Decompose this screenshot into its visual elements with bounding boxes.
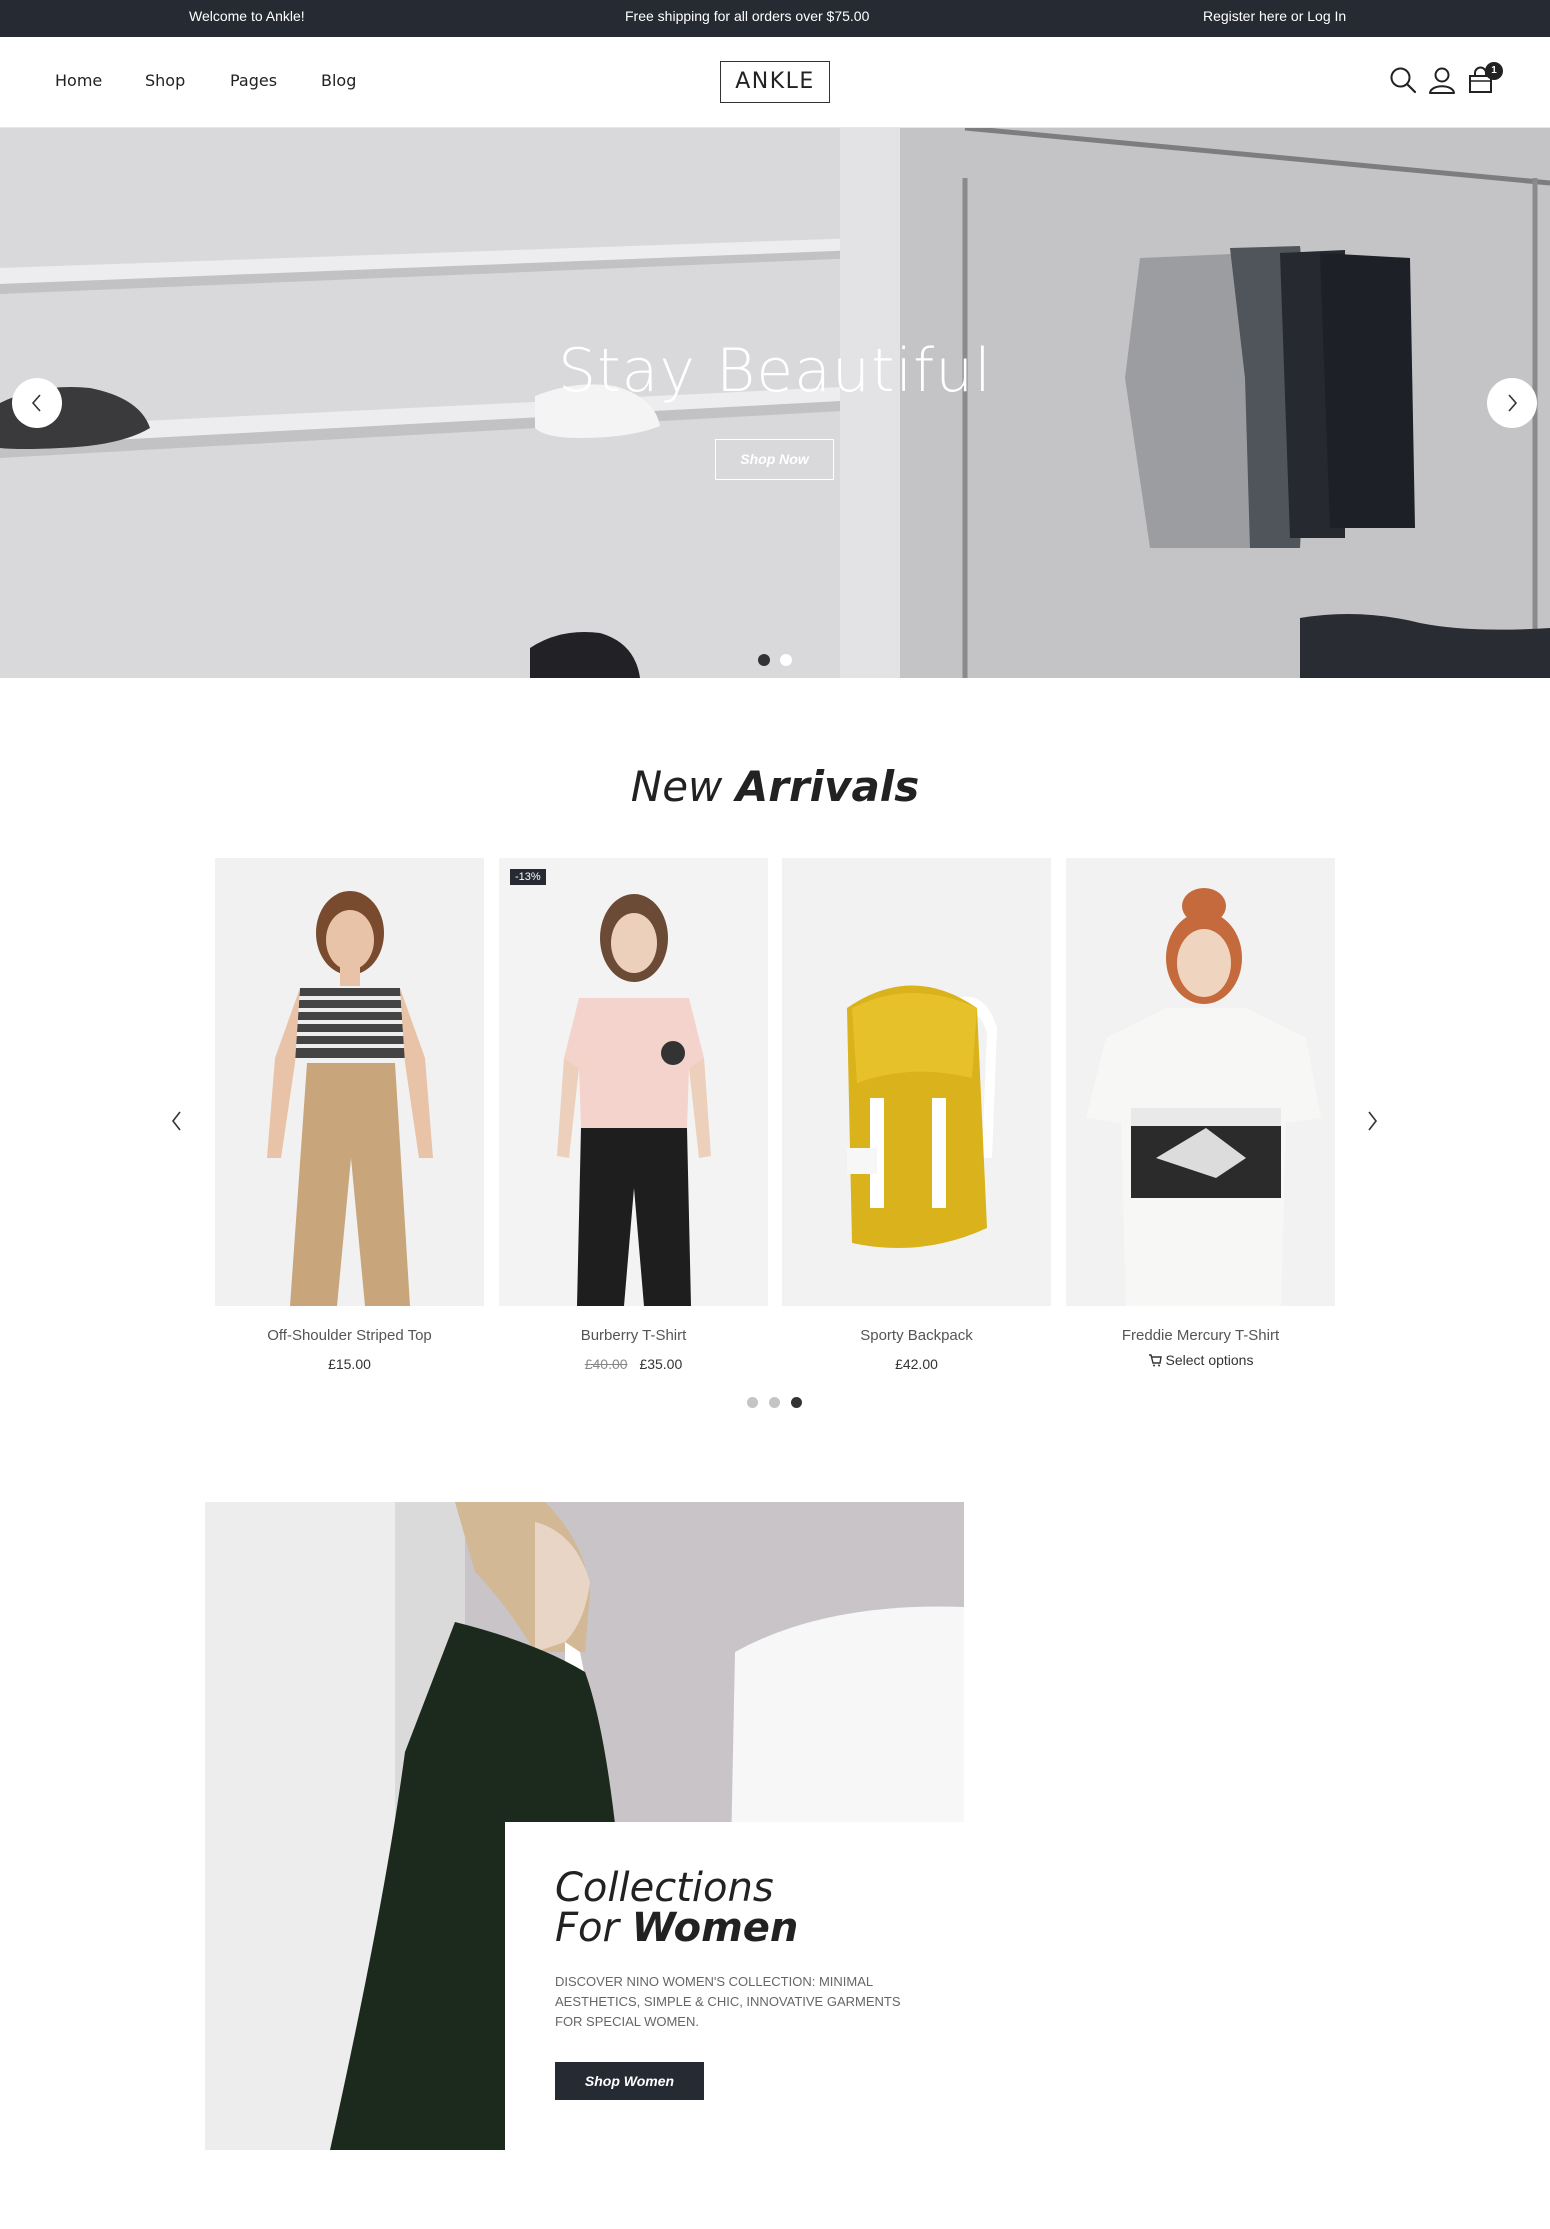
product-image[interactable]: -13% <box>499 858 768 1306</box>
title-bold: Arrivals <box>735 762 920 811</box>
product-card[interactable]: -13% Burberry T-Shirt £40.00 £35.00 <box>499 858 768 1372</box>
collection-title-for: For <box>555 1905 619 1951</box>
hero-slider: Stay Beautiful Shop Now <box>0 128 1550 678</box>
collection-title-women: Women <box>631 1905 799 1951</box>
hero-title: Stay Beautiful <box>558 336 992 406</box>
hero-dot-1[interactable] <box>758 654 770 666</box>
product-price: £15.00 <box>215 1356 484 1372</box>
title-light: New <box>630 762 723 811</box>
top-bar: Welcome to Ankle! Free shipping for all … <box>0 0 1550 37</box>
discount-badge: -13% <box>510 869 546 885</box>
hero-next-button[interactable] <box>1487 378 1537 428</box>
shop-now-button[interactable]: Shop Now <box>715 439 834 480</box>
nav-pages[interactable]: Pages <box>230 71 277 90</box>
welcome-text: Welcome to Ankle! <box>189 8 305 24</box>
cart-count-badge: 1 <box>1485 62 1503 80</box>
product-price: £42.00 <box>782 1356 1051 1372</box>
site-header: Home Shop Pages Blog ANKLE 1 <box>0 37 1550 128</box>
collection-description: DISCOVER NINO WOMEN'S COLLECTION: MINIMA… <box>555 1974 901 2029</box>
product-card[interactable]: Freddie Mercury T-Shirt Select options <box>1066 858 1335 1368</box>
site-logo[interactable]: ANKLE <box>720 61 830 103</box>
striped-top-image <box>215 858 484 1306</box>
yellow-backpack-image <box>782 858 1051 1306</box>
price-current: £42.00 <box>895 1356 938 1372</box>
new-arrivals-title: New Arrivals <box>0 762 1550 811</box>
price-current: £15.00 <box>328 1356 371 1372</box>
collection-title: Collections For Women <box>555 1868 798 1948</box>
nav-shop[interactable]: Shop <box>145 71 185 90</box>
product-card[interactable]: Sporty Backpack £42.00 <box>782 858 1051 1372</box>
search-icon[interactable] <box>1388 65 1418 95</box>
products-dot-3[interactable] <box>791 1397 802 1408</box>
freddie-tshirt-image <box>1066 858 1335 1306</box>
chevron-left-icon <box>31 394 41 412</box>
products-next-button[interactable] <box>1361 1108 1383 1134</box>
select-options-label: Select options <box>1165 1352 1254 1368</box>
chevron-right-icon <box>1508 394 1518 412</box>
shipping-notice: Free shipping for all orders over $75.00 <box>625 8 870 24</box>
product-card[interactable]: Off-Shoulder Striped Top £15.00 <box>215 858 484 1372</box>
product-image[interactable] <box>215 858 484 1306</box>
product-name[interactable]: Off-Shoulder Striped Top <box>215 1327 484 1344</box>
shop-women-button[interactable]: Shop Women <box>555 2062 704 2100</box>
nav-home[interactable]: Home <box>55 71 102 90</box>
products-prev-button[interactable] <box>166 1108 188 1134</box>
products-dot-1[interactable] <box>747 1397 758 1408</box>
price-current: £35.00 <box>639 1356 683 1372</box>
product-image[interactable] <box>1066 858 1335 1306</box>
collection-title-line1: Collections <box>555 1865 774 1911</box>
products-dot-2[interactable] <box>769 1397 780 1408</box>
hero-prev-button[interactable] <box>12 378 62 428</box>
nav-blog[interactable]: Blog <box>321 71 356 90</box>
hero-dot-2[interactable] <box>780 654 792 666</box>
user-icon[interactable] <box>1427 65 1457 95</box>
collection-info-panel: Collections For Women DISCOVER NINO WOME… <box>505 1822 965 2152</box>
select-options-button[interactable]: Select options <box>1066 1352 1335 1368</box>
price-old: £40.00 <box>584 1356 628 1372</box>
product-image[interactable] <box>782 858 1051 1306</box>
cart-icon <box>1148 1354 1162 1367</box>
product-price: £40.00 £35.00 <box>499 1356 768 1372</box>
product-name[interactable]: Sporty Backpack <box>782 1327 1051 1344</box>
pink-tshirt-image <box>499 858 768 1306</box>
product-name[interactable]: Burberry T-Shirt <box>499 1327 768 1344</box>
account-link[interactable]: Register here or Log In <box>1203 8 1346 24</box>
product-name[interactable]: Freddie Mercury T-Shirt <box>1066 1327 1335 1344</box>
chevron-left-icon <box>171 1111 181 1131</box>
chevron-right-icon <box>1368 1111 1378 1131</box>
